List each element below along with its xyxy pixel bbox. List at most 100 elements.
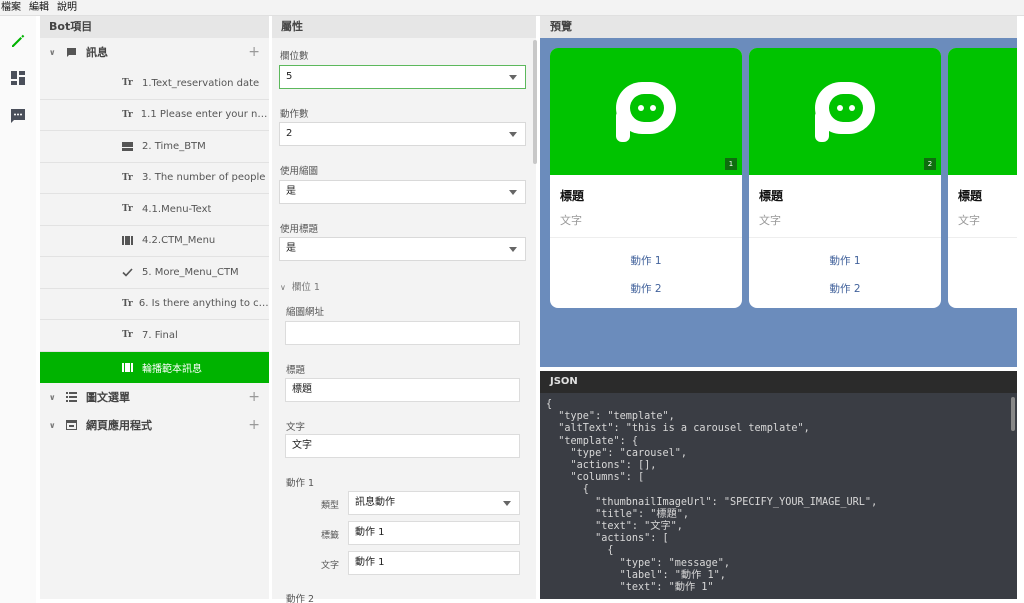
card-text: 文字 xyxy=(560,214,582,227)
action-text-input[interactable]: 動作 1 xyxy=(348,551,520,575)
menu-edit[interactable]: 編輯 xyxy=(28,0,54,16)
action-type-select[interactable]: 訊息動作 xyxy=(348,491,520,515)
tree-item[interactable]: Tr 4.1.Menu-Text xyxy=(40,194,269,226)
tree-item[interactable]: Tr 3. The number of people xyxy=(40,163,269,194)
chat-icon[interactable] xyxy=(9,107,27,125)
tree-group-label: 訊息 xyxy=(86,46,108,59)
text-icon: Tr xyxy=(122,330,133,341)
tree-item-label: 5. More_Menu_CTM xyxy=(142,266,239,278)
use-title-select[interactable]: 是 xyxy=(279,237,526,261)
actions-select[interactable]: 2 xyxy=(279,122,526,146)
button-template-icon xyxy=(122,141,138,151)
browser-icon xyxy=(66,420,80,430)
use-title-value: 是 xyxy=(286,243,296,254)
carousel-icon xyxy=(122,236,138,246)
json-scrollbar[interactable] xyxy=(1011,397,1015,431)
tree-item[interactable]: 4.2.CTM_Menu xyxy=(40,226,269,257)
chat-bubble-icon xyxy=(66,47,80,58)
menu-help[interactable]: 說明 xyxy=(56,0,82,16)
tree-item-label: 3. The number of people xyxy=(142,172,266,184)
tree-item[interactable]: Tr 6. Is there anything to comme... xyxy=(40,289,269,320)
dropdown-arrow-icon xyxy=(509,247,517,252)
action-tag-input[interactable]: 動作 1 xyxy=(348,521,520,545)
tree-item[interactable]: 2. Time_BTM xyxy=(40,131,269,163)
dropdown-arrow-icon xyxy=(509,75,517,80)
tree-item-label: 6. Is there anything to comme... xyxy=(138,298,269,310)
tree-item-label: 輪播範本訊息 xyxy=(142,363,202,375)
tree-item-label: 7. Final xyxy=(142,329,178,341)
add-icon[interactable]: + xyxy=(248,389,260,405)
text-icon: Tr xyxy=(122,298,133,309)
tree-item-label: 1.Text_reservation date xyxy=(142,77,260,89)
card-action-2[interactable]: 動作 2 xyxy=(550,281,742,296)
tree-item[interactable]: Tr 7. Final xyxy=(40,320,269,352)
card-title: 標題 xyxy=(958,189,983,203)
card-action-2[interactable]: 動作 2 xyxy=(749,281,941,296)
carousel-card: 標題 文字 xyxy=(948,48,1017,308)
menu-file[interactable]: 檔案 xyxy=(0,0,26,16)
use-thumbnail-value: 是 xyxy=(286,186,296,197)
text-icon: Tr xyxy=(122,204,133,215)
action-1-label: 動作 1 xyxy=(286,478,315,489)
action-2-label: 動作 2 xyxy=(286,594,315,603)
tree-item-selected[interactable]: 輪播範本訊息 xyxy=(40,351,269,383)
action-type-label: 類型 xyxy=(321,501,340,511)
text-input[interactable]: 文字 xyxy=(285,434,520,458)
card-title: 標題 xyxy=(560,189,585,203)
card-number: 2 xyxy=(924,158,936,170)
carousel-icon xyxy=(122,362,138,372)
tree-group-label: 網頁應用程式 xyxy=(86,419,152,432)
action-text-label: 文字 xyxy=(321,561,340,571)
properties-panel: 屬性 欄位數 5 動作數 2 使用縮圖 是 使用標題 是 ∨ 欄位 1 縮圖網址 … xyxy=(272,16,536,603)
title-label: 標題 xyxy=(286,365,306,376)
actions-label: 動作數 xyxy=(280,109,309,120)
columns-value: 5 xyxy=(286,71,293,82)
card-hero xyxy=(948,48,1017,175)
thumbnail-url-input[interactable] xyxy=(285,321,520,345)
dashboard-icon[interactable] xyxy=(9,69,27,87)
tree-item[interactable]: Tr 1.1 Please enter your name xyxy=(40,100,269,131)
card-divider xyxy=(948,237,1017,238)
card-divider xyxy=(550,237,742,238)
columns-label: 欄位數 xyxy=(280,51,309,62)
dropdown-arrow-icon xyxy=(509,132,517,137)
card-text: 文字 xyxy=(759,214,781,227)
chevron-down-icon[interactable]: ∨ xyxy=(49,393,59,402)
icon-rail xyxy=(0,16,36,603)
card-action-1[interactable]: 動作 1 xyxy=(749,253,941,268)
add-icon[interactable]: + xyxy=(248,44,260,60)
list-icon xyxy=(66,392,80,402)
use-thumbnail-label: 使用縮圖 xyxy=(280,166,319,177)
add-icon[interactable]: + xyxy=(248,417,260,433)
tree-group-rich-menu[interactable]: ∨ 圖文選單 + xyxy=(40,383,269,411)
text-icon: Tr xyxy=(122,172,133,183)
app-logo-icon xyxy=(815,82,875,142)
tree-group-web-apps[interactable]: ∨ 網頁應用程式 + xyxy=(40,411,269,439)
title-input[interactable]: 標題 xyxy=(285,378,520,402)
tree-item-label: 1.1 Please enter your name xyxy=(140,109,269,121)
text-icon: Tr xyxy=(122,109,133,120)
json-editor[interactable]: { "type": "template", "altText": "this i… xyxy=(540,393,1017,599)
actions-value: 2 xyxy=(286,128,293,139)
app-logo-icon xyxy=(616,82,676,142)
card-action-1[interactable]: 動作 1 xyxy=(550,253,742,268)
chevron-down-icon[interactable]: ∨ xyxy=(49,48,59,57)
column-1-toggle[interactable]: ∨ 欄位 1 xyxy=(280,279,320,293)
tree-item[interactable]: 5. More_Menu_CTM xyxy=(40,257,269,289)
tree-item-label: 2. Time_BTM xyxy=(142,140,206,152)
action-type-value: 訊息動作 xyxy=(355,497,395,508)
columns-select[interactable]: 5 xyxy=(279,65,526,89)
text-label: 文字 xyxy=(286,422,306,433)
card-title: 標題 xyxy=(759,189,784,203)
action-tag-label: 標籤 xyxy=(321,531,340,541)
pencil-icon[interactable] xyxy=(9,32,27,50)
use-thumbnail-select[interactable]: 是 xyxy=(279,180,526,204)
chevron-down-icon[interactable]: ∨ xyxy=(49,421,59,430)
chevron-down-icon: ∨ xyxy=(280,283,286,292)
properties-scrollbar[interactable] xyxy=(533,40,537,164)
card-hero: 2 xyxy=(749,48,941,175)
tree-item[interactable]: Tr 1.Text_reservation date xyxy=(40,68,269,100)
tree-group-messages[interactable]: ∨ 訊息 + xyxy=(40,38,269,66)
text-icon: Tr xyxy=(122,78,133,89)
dropdown-arrow-icon xyxy=(503,501,511,506)
